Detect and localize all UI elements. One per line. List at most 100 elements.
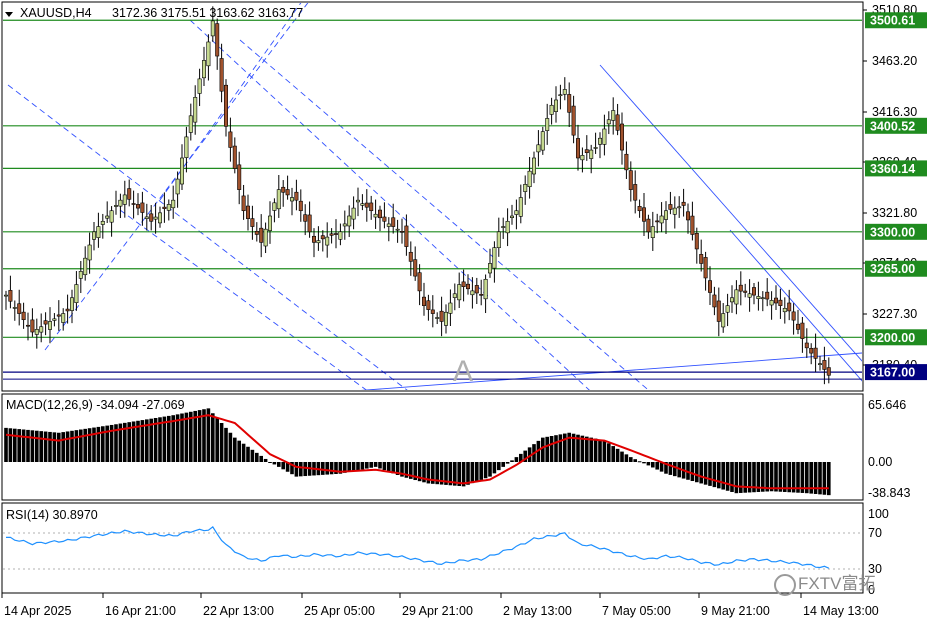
macd-tick-label: 0.00 bbox=[868, 455, 892, 469]
candle-body bbox=[659, 215, 664, 224]
candle-body bbox=[496, 231, 501, 249]
macd-bar bbox=[541, 437, 545, 462]
candle-body bbox=[188, 115, 193, 133]
candle-body bbox=[386, 223, 391, 227]
candle-body bbox=[30, 319, 35, 333]
candle-body bbox=[725, 305, 730, 313]
macd-bar bbox=[510, 460, 514, 462]
symbol-label: XAUUSD,H4 bbox=[20, 6, 92, 20]
candle-body bbox=[606, 119, 611, 125]
candle-body bbox=[114, 205, 119, 207]
rsi-label: RSI(14) 30.8970 bbox=[6, 508, 98, 522]
macd-bar bbox=[52, 432, 57, 462]
candle-body bbox=[633, 184, 638, 201]
macd-bar bbox=[545, 436, 549, 462]
candle-body bbox=[756, 296, 761, 299]
macd-bar bbox=[70, 430, 74, 462]
candle-body bbox=[149, 213, 154, 222]
macd-bar bbox=[593, 438, 598, 462]
price-tick-label: 3463.20 bbox=[872, 54, 917, 68]
macd-bar bbox=[668, 462, 673, 475]
macd-bar bbox=[17, 429, 21, 462]
candle-body bbox=[373, 213, 378, 218]
price-tick-label: 3321.80 bbox=[872, 206, 917, 220]
macd-bar bbox=[57, 432, 61, 462]
candle-body bbox=[509, 215, 514, 218]
candle-body bbox=[501, 226, 506, 228]
candle-body bbox=[17, 303, 22, 314]
candle-body bbox=[307, 214, 312, 233]
macd-bar bbox=[822, 462, 827, 495]
candle-body bbox=[254, 230, 259, 235]
candle-body bbox=[787, 302, 792, 312]
macd-bar bbox=[483, 462, 488, 479]
candle-body bbox=[232, 145, 237, 169]
macd-bar bbox=[369, 462, 373, 468]
chart-canvas: A XAUUSD,H4 3172.36 3175.51 3163.62 3163… bbox=[1, 1, 927, 618]
candle-body bbox=[329, 233, 334, 236]
macd-bar bbox=[294, 462, 299, 477]
candle-body bbox=[184, 136, 189, 158]
candle-body bbox=[782, 307, 787, 313]
macd-bar bbox=[818, 462, 822, 495]
macd-bar bbox=[514, 457, 519, 462]
candle-body bbox=[817, 363, 822, 365]
macd-bar bbox=[673, 462, 677, 477]
candle-body bbox=[61, 313, 66, 323]
candle-body bbox=[105, 215, 110, 219]
price-level-label: 3200.00 bbox=[870, 331, 915, 345]
candle-body bbox=[452, 293, 457, 298]
candle-body bbox=[703, 257, 708, 279]
candle-body bbox=[712, 294, 717, 308]
price-level-label: 3265.00 bbox=[870, 262, 915, 276]
candle-body bbox=[210, 20, 215, 37]
candle-body bbox=[655, 220, 660, 223]
candle-body bbox=[611, 110, 616, 121]
candle-body bbox=[448, 302, 453, 314]
candle-body bbox=[144, 216, 149, 219]
candle-body bbox=[699, 254, 704, 264]
candle-body bbox=[668, 204, 673, 210]
candle-body bbox=[303, 214, 308, 222]
macd-bar bbox=[215, 418, 219, 462]
candle-body bbox=[83, 257, 88, 276]
macd-bar bbox=[228, 432, 233, 462]
macd-bar bbox=[387, 462, 391, 472]
macd-bar bbox=[241, 443, 246, 462]
macd-bar bbox=[48, 431, 52, 462]
candle-body bbox=[74, 284, 79, 303]
macd-bar bbox=[233, 437, 237, 462]
candle-body bbox=[158, 212, 163, 224]
candle-body bbox=[404, 225, 409, 247]
macd-bar bbox=[475, 462, 479, 482]
macd-bar bbox=[268, 462, 272, 463]
macd-bar bbox=[8, 428, 13, 462]
macd-bar bbox=[633, 459, 637, 462]
time-tick-label: 25 Apr 05:00 bbox=[304, 604, 375, 618]
candle-body bbox=[399, 231, 404, 233]
candle-body bbox=[250, 218, 255, 227]
candle-body bbox=[109, 210, 114, 223]
macd-bar bbox=[202, 409, 206, 462]
macd-bar bbox=[602, 440, 607, 462]
candle-body bbox=[663, 210, 668, 220]
candle-body bbox=[751, 287, 756, 296]
price-tick-label: 3227.30 bbox=[872, 307, 917, 321]
candle-body bbox=[21, 311, 26, 321]
candle-body bbox=[421, 296, 426, 306]
macd-bar bbox=[646, 462, 651, 466]
macd-bar bbox=[554, 435, 558, 462]
candle-body bbox=[197, 78, 202, 94]
candle-body bbox=[443, 311, 448, 326]
candle-body bbox=[285, 189, 290, 196]
candle-body bbox=[228, 131, 233, 148]
macd-bar bbox=[734, 462, 739, 494]
candle-body bbox=[417, 272, 422, 292]
macd-bar bbox=[87, 428, 92, 462]
macd-bar bbox=[730, 462, 734, 492]
time-tick-label: 9 May 21:00 bbox=[701, 604, 770, 618]
macd-bar bbox=[219, 423, 224, 462]
candle-body bbox=[435, 317, 440, 319]
macd-bar bbox=[21, 429, 26, 462]
macd-bar bbox=[83, 428, 87, 462]
